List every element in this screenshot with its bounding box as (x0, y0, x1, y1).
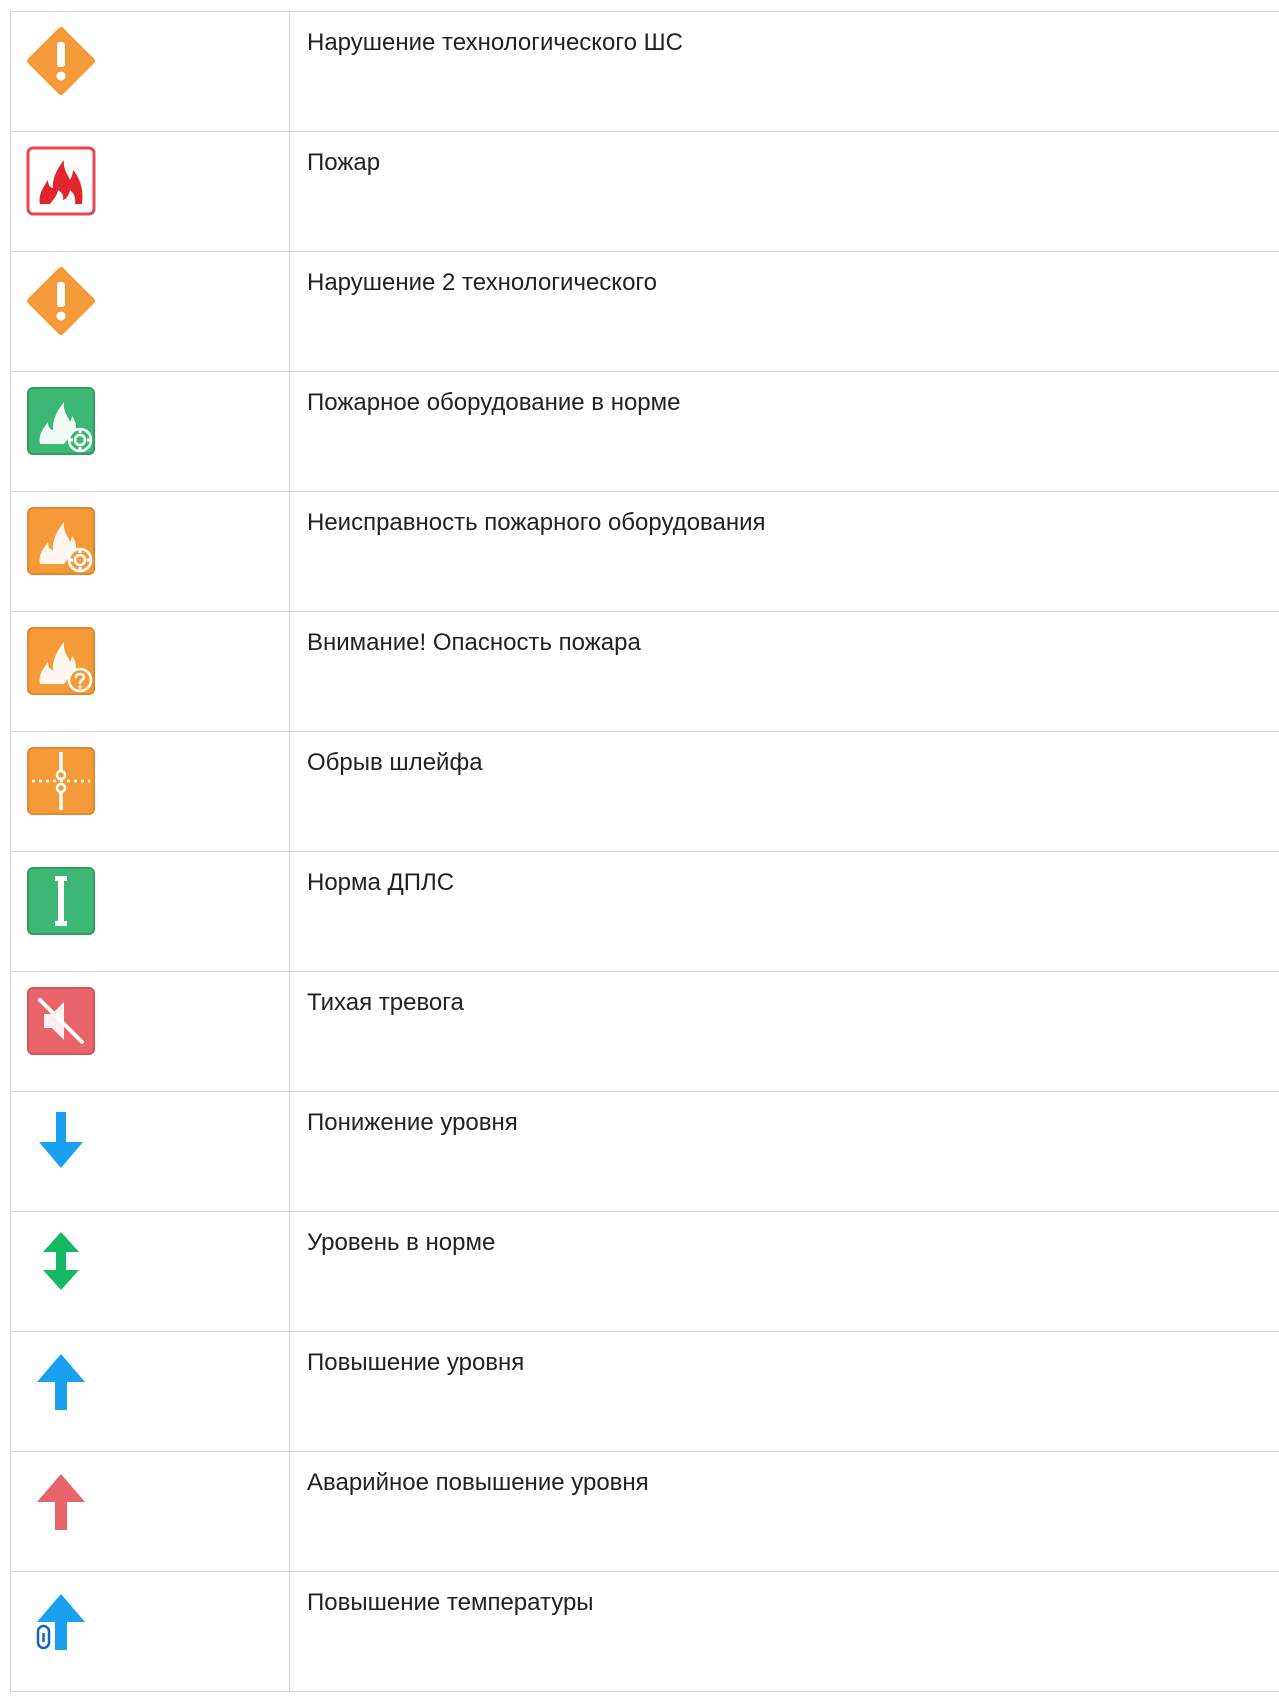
table-row: Неисправность пожарного оборудования (10, 491, 1279, 612)
row-label: Уровень в норме (289, 1211, 1279, 1332)
row-label: Пожарное оборудование в норме (289, 371, 1279, 492)
temperature-up-icon (26, 1586, 96, 1656)
row-label: Нарушение технологического ШС (289, 11, 1279, 132)
loop-break-icon (26, 746, 96, 816)
table-row: Пожарное оборудование в норме (10, 371, 1279, 492)
row-label: Повышение температуры (289, 1571, 1279, 1692)
table-row: Уровень в норме (10, 1211, 1279, 1332)
arrow-up-alarm-icon (26, 1466, 96, 1536)
table-row: Нарушение технологического ШС (10, 11, 1279, 132)
fire-alarm-icon (26, 146, 96, 216)
dpls-normal-icon (26, 866, 96, 936)
table-row: Обрыв шлейфа (10, 731, 1279, 852)
silent-alarm-icon (26, 986, 96, 1056)
arrow-up-down-icon (26, 1226, 96, 1296)
arrow-up-icon (26, 1346, 96, 1416)
row-label: Понижение уровня (289, 1091, 1279, 1212)
fire-equipment-ok-icon (26, 386, 96, 456)
legend-table: Нарушение технологического ШС Пожар Нару… (10, 11, 1279, 1692)
row-label: Обрыв шлейфа (289, 731, 1279, 852)
warning-diamond-icon (26, 266, 96, 336)
table-row: Норма ДПЛС (10, 851, 1279, 972)
table-row: Аварийное повышение уровня (10, 1451, 1279, 1572)
table-row: Внимание! Опасность пожара (10, 611, 1279, 732)
arrow-down-icon (26, 1106, 96, 1176)
table-row: Понижение уровня (10, 1091, 1279, 1212)
fire-equipment-fault-icon (26, 506, 96, 576)
table-row: Нарушение 2 технологического (10, 251, 1279, 372)
row-label: Внимание! Опасность пожара (289, 611, 1279, 732)
row-label: Тихая тревога (289, 971, 1279, 1092)
warning-diamond-icon (26, 26, 96, 96)
table-row: Тихая тревога (10, 971, 1279, 1092)
table-row: Повышение температуры (10, 1571, 1279, 1692)
table-row: Повышение уровня (10, 1331, 1279, 1452)
fire-danger-question-icon (26, 626, 96, 696)
row-label: Пожар (289, 131, 1279, 252)
row-label: Нарушение 2 технологического (289, 251, 1279, 372)
table-row: Пожар (10, 131, 1279, 252)
row-label: Норма ДПЛС (289, 851, 1279, 972)
row-label: Аварийное повышение уровня (289, 1451, 1279, 1572)
row-label: Неисправность пожарного оборудования (289, 491, 1279, 612)
row-label: Повышение уровня (289, 1331, 1279, 1452)
